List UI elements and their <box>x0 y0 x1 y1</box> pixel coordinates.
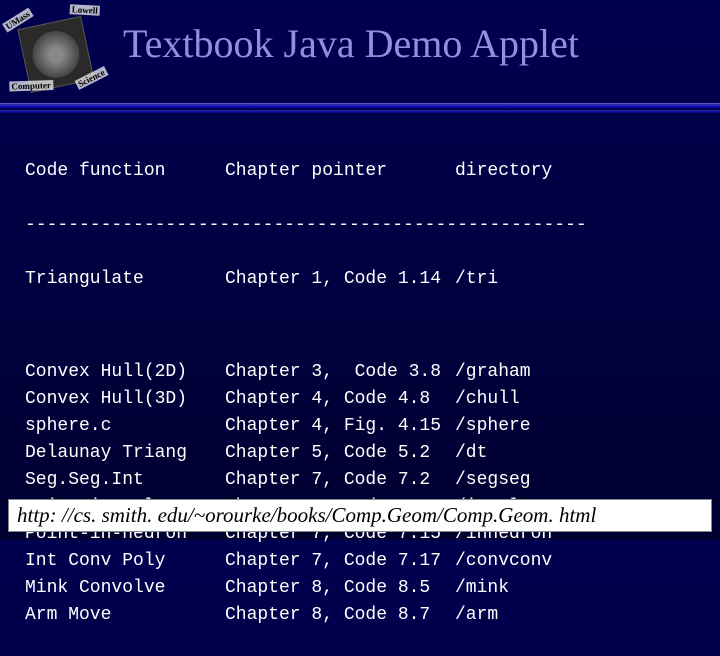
header-col1: Code function <box>25 158 225 185</box>
chapter-pointer: Chapter 5, Code 5.2 <box>225 440 455 467</box>
dashes-row: ----------------------------------------… <box>25 212 702 239</box>
chapter-pointer: Chapter 8, Code 8.7 <box>225 602 455 629</box>
code-function: sphere.c <box>25 413 225 440</box>
logo-corner: Computer <box>9 80 53 92</box>
code-function: Seg.Seg.Int <box>25 467 225 494</box>
code-table: Code functionChapter pointerdirectory --… <box>0 113 720 656</box>
header-col2: Chapter pointer <box>225 158 455 185</box>
table-row: Arm MoveChapter 8, Code 8.7/arm <box>25 602 702 629</box>
directory: /dt <box>455 440 487 467</box>
table-row: Int Conv PolyChapter 7, Code 7.17/convco… <box>25 548 702 575</box>
chapter-pointer: Chapter 3, Code 3.8 <box>225 359 455 386</box>
code-function: Convex Hull(3D) <box>25 386 225 413</box>
chapter-pointer: Chapter 4, Fig. 4.15 <box>225 413 455 440</box>
table-header-row: Code functionChapter pointerdirectory <box>25 158 702 185</box>
chapter-pointer: Chapter 1, Code 1.14 <box>225 266 455 293</box>
page-title: Textbook Java Demo Applet <box>123 20 579 67</box>
table-row: Seg.Seg.IntChapter 7, Code 7.2/segseg <box>25 467 702 494</box>
directory: /mink <box>455 575 509 602</box>
code-function: Mink Convolve <box>25 575 225 602</box>
directory: /convconv <box>455 548 552 575</box>
directory: /sphere <box>455 413 531 440</box>
header-col3: directory <box>455 158 552 185</box>
directory: /tri <box>455 266 498 293</box>
umass-logo: UMass Lowell Computer Science <box>0 1 111 104</box>
code-function: Convex Hull(2D) <box>25 359 225 386</box>
footer-url: http: //cs. smith. edu/~orourke/books/Co… <box>8 499 712 532</box>
code-function: Delaunay Triang <box>25 440 225 467</box>
header: UMass Lowell Computer Science Textbook J… <box>0 0 720 95</box>
table-row: Delaunay TriangChapter 5, Code 5.2/dt <box>25 440 702 467</box>
chapter-pointer: Chapter 8, Code 8.5 <box>225 575 455 602</box>
table-row: TriangulateChapter 1, Code 1.14/tri <box>25 266 702 293</box>
table-row: sphere.cChapter 4, Fig. 4.15/sphere <box>25 413 702 440</box>
code-function: Arm Move <box>25 602 225 629</box>
code-function: Int Conv Poly <box>25 548 225 575</box>
table-row: Mink ConvolveChapter 8, Code 8.5/mink <box>25 575 702 602</box>
chapter-pointer: Chapter 7, Code 7.17 <box>225 548 455 575</box>
directory: /graham <box>455 359 531 386</box>
table-row: Convex Hull(2D)Chapter 3, Code 3.8/graha… <box>25 359 702 386</box>
directory: /arm <box>455 602 498 629</box>
code-function: Triangulate <box>25 266 225 293</box>
directory: /segseg <box>455 467 531 494</box>
directory: /chull <box>455 386 520 413</box>
chapter-pointer: Chapter 7, Code 7.2 <box>225 467 455 494</box>
logo-corner: Lowell <box>70 4 100 16</box>
table-row: Convex Hull(3D)Chapter 4, Code 4.8/chull <box>25 386 702 413</box>
chapter-pointer: Chapter 4, Code 4.8 <box>225 386 455 413</box>
divider <box>0 103 720 113</box>
